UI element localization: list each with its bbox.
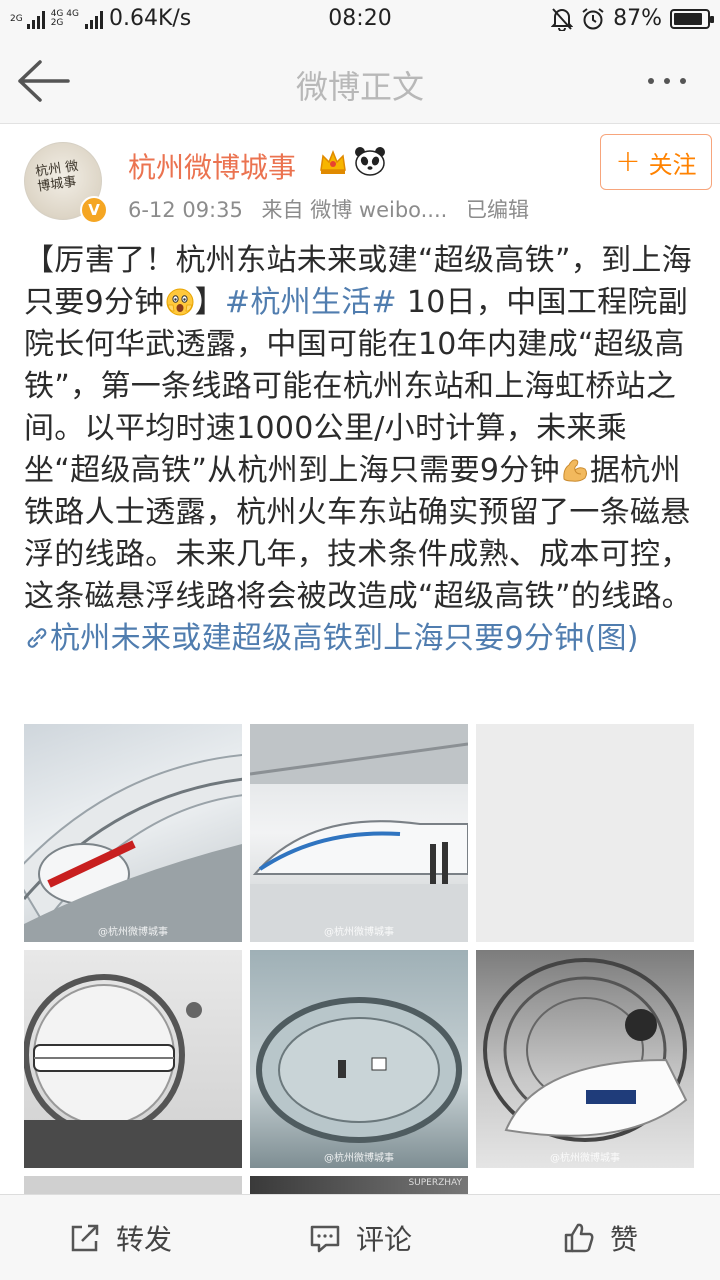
pod-interior-image [483,958,688,1142]
comment-icon [310,1225,340,1252]
comment-label: 评论 [355,1222,412,1256]
image-watermark: @杭州微博城事 [324,1153,394,1164]
crown-icon [320,149,346,174]
more-button[interactable] [648,66,698,96]
status-bar: 2G 4G 4G 2G 0.64K/s 08:20 87% [0,0,720,38]
post-source[interactable]: 来自 微博 weibo.... [262,198,448,222]
alarm-icon [582,7,604,29]
author-name[interactable]: 杭州微博城事 [128,146,296,186]
test-track-image [256,997,462,1143]
image-watermark: @杭州微博城事 [550,1153,620,1164]
post-image[interactable]: @杭州微博城事 [250,950,468,1168]
flexed-bicep-icon [563,459,587,482]
comment-button[interactable]: 评论 [240,1195,480,1280]
partial-image-label: SUPERZHAY [408,1178,462,1188]
status-right: 87% [551,6,714,31]
hyperloop-tube-image [24,754,242,942]
train-station-image [250,724,468,942]
article-link[interactable]: 杭州未来或建超级高铁到上海只要9分钟(图) [50,621,639,656]
bottom-action-bar: 转发 评论 赞 [0,1194,720,1280]
thumbs-up-icon [564,1223,594,1252]
image-watermark: @杭州微博城事 [98,927,168,938]
nav-bar: 微博正文 [0,38,720,124]
repost-icon [71,1224,99,1251]
author-header: 杭州 微博城事 V 杭州微博城事 6-12 09:35 来自 微博 weibo.… [24,134,712,228]
like-label: 赞 [609,1222,638,1256]
verified-badge-icon: V [80,196,108,224]
panda-icon [355,147,385,176]
post-timestamp: 6-12 09:35 [128,198,243,222]
edited-label[interactable]: 已编辑 [466,198,529,222]
battery-icon [670,8,714,29]
follow-button[interactable]: + 关注 [600,134,712,190]
shocked-face-icon [166,288,194,316]
post-image[interactable]: @杭州微博城事 [24,724,242,942]
image-watermark: @杭州微博城事 [324,927,394,938]
post-body: 【厉害了！杭州东站未来或建“超级高铁”，到上海只要9分钟 】#杭州生活# 10日… [24,240,700,660]
mute-bell-icon [551,7,574,31]
plus-icon: + [615,144,641,179]
more-dot [664,78,670,84]
follow-label: 关注 [648,150,697,179]
battery-fill [674,12,702,25]
page-title: 微博正文 [295,68,424,106]
post-image-partial[interactable]: SUPERZHAY [250,1176,468,1194]
post-image[interactable]: @杭州微博城事 [476,950,694,1168]
post-image[interactable]: @杭州微博城事 [250,724,468,942]
like-button[interactable]: 赞 [480,1195,720,1280]
battery-percent: 87% [613,6,662,31]
more-dot [680,78,686,84]
repost-label: 转发 [115,1222,172,1256]
maglev-diagram-image [24,974,242,1168]
post-meta: 6-12 09:35 来自 微博 weibo.... 已编辑 [128,194,541,224]
more-dot [648,78,654,84]
repost-button[interactable]: 转发 [0,1195,240,1280]
post-image-partial[interactable] [24,1176,242,1194]
post-text-part: 】 [194,285,225,320]
avatar-logo-text: 杭州 微博城事 [34,158,80,195]
post-image[interactable] [24,950,242,1168]
hashtag-link[interactable]: #杭州生活# [225,285,397,320]
post-image-placeholder[interactable] [476,724,694,942]
link-icon [27,628,47,648]
